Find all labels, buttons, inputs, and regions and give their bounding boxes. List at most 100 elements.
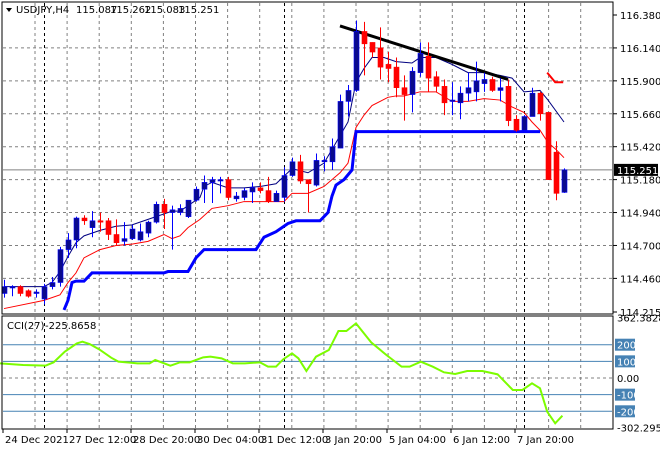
- bull-candle: [521, 116, 528, 131]
- trailing-stop-line: [62, 130, 540, 311]
- main-pane-border: [1, 1, 614, 315]
- cci-level-label: 100: [617, 357, 636, 368]
- time-label: 6 Jan 12:00: [453, 435, 510, 446]
- cci-pane-border: [1, 315, 614, 430]
- bull-candle: [561, 169, 568, 193]
- bull-candle: [337, 101, 344, 149]
- bear-candle: [105, 220, 112, 235]
- bear-candle: [401, 87, 408, 95]
- bull-candle: [417, 53, 424, 73]
- bear-candle: [545, 112, 552, 180]
- cci-value: -225.8658: [45, 321, 96, 332]
- price-tick-label: 116.140: [620, 44, 660, 55]
- bull-candle: [449, 99, 456, 102]
- bull-candle: [321, 160, 328, 163]
- bull-candle: [177, 208, 184, 213]
- bull-candle: [121, 238, 128, 242]
- bull-candle: [329, 146, 336, 163]
- bull-candle: [465, 87, 472, 94]
- grid: [3, 3, 612, 428]
- cci-level-label: 0.00: [617, 374, 639, 385]
- bear-candle: [265, 190, 272, 202]
- bull-candle: [481, 79, 488, 84]
- cci-levels: [3, 344, 612, 412]
- price-tick-label: 114.940: [620, 209, 660, 220]
- time-label: 31 Dec 12:00: [261, 435, 328, 446]
- bull-candle: [41, 286, 48, 300]
- bull-candle: [1, 286, 8, 294]
- bear-candle: [225, 179, 232, 198]
- price-tick-label: 115.180: [620, 176, 660, 187]
- bull-candle: [73, 217, 80, 241]
- bull-candle: [473, 80, 480, 93]
- bull-candle: [89, 220, 96, 228]
- price-tick-label: 114.700: [620, 241, 660, 252]
- bull-candle: [281, 175, 288, 198]
- time-label: 3 Jan 20:00: [325, 435, 382, 446]
- bull-candle: [273, 193, 280, 202]
- bull-candle: [57, 249, 64, 283]
- cci-min-label: -302.2957: [617, 423, 660, 434]
- bull-candle: [289, 161, 296, 176]
- bear-candle: [433, 76, 440, 87]
- bear-candle: [161, 204, 168, 213]
- bear-candle: [513, 118, 520, 131]
- symbol-title: USDJPY,H4: [16, 5, 69, 16]
- bull-candle: [313, 160, 320, 186]
- cci-level-label: -100: [617, 391, 640, 402]
- price-tick-label: 115.420: [620, 143, 660, 154]
- ohlc-close: 115.251: [178, 5, 219, 16]
- bull-candle: [457, 92, 464, 104]
- bull-candle: [345, 90, 352, 102]
- time-label: 24 Dec 2021: [5, 435, 69, 446]
- time-label: 28 Dec 20:00: [133, 435, 200, 446]
- price-tick-label: 116.380: [620, 11, 660, 22]
- cci-level-label: 200: [617, 341, 636, 352]
- bear-candle: [25, 290, 32, 297]
- bear-candle: [393, 66, 400, 89]
- bear-candle: [505, 86, 512, 121]
- bear-candle: [553, 151, 560, 194]
- chart-title: USDJPY,H4 115.087 115.262 115.083 115.25…: [6, 5, 219, 16]
- bull-candle: [153, 204, 160, 223]
- bear-candle: [385, 64, 392, 69]
- current-price-label: 115.251: [617, 166, 658, 177]
- cci-line: [0, 321, 564, 425]
- price-tick-label: 115.660: [620, 110, 660, 121]
- cci-level-label: -200: [617, 407, 640, 418]
- bull-candle: [497, 87, 504, 91]
- bull-candle: [145, 221, 152, 234]
- bear-candle: [17, 286, 24, 294]
- bull-candle: [185, 199, 192, 217]
- dropdown-triangle-icon[interactable]: [6, 8, 12, 12]
- price-tick-label: 114.460: [620, 274, 660, 285]
- bull-candle: [201, 182, 208, 190]
- bear-candle: [377, 47, 384, 68]
- bull-candle: [137, 231, 144, 241]
- time-label: 30 Dec 04:00: [197, 435, 264, 446]
- cci-max-label: 362.3828: [617, 314, 660, 325]
- bull-candle: [65, 239, 72, 250]
- bear-candle: [257, 187, 264, 191]
- bear-candle: [81, 217, 88, 222]
- bull-candle: [129, 228, 136, 239]
- bear-candle: [369, 42, 376, 53]
- bull-candle: [33, 291, 40, 294]
- bull-candle: [353, 31, 360, 91]
- bear-candle: [361, 31, 368, 45]
- time-label: 27 Dec 12:00: [69, 435, 136, 446]
- bear-candle: [489, 79, 496, 91]
- bear-candle: [305, 179, 312, 185]
- bear-candle: [425, 55, 432, 79]
- bull-candle: [169, 209, 176, 213]
- usdjpy-chart[interactable]: 116.380 116.140 115.900 115.660 115.420 115.1…: [0, 0, 660, 450]
- cci-title: CCI(27) -225.8658: [7, 321, 96, 332]
- time-label: 7 Jan 20:00: [517, 435, 574, 446]
- bull-candle: [529, 92, 536, 117]
- cci-name: CCI(27): [7, 321, 45, 332]
- bear-candle: [441, 86, 448, 104]
- bear-candle: [97, 220, 104, 223]
- bull-candle: [249, 187, 256, 193]
- bear-candle: [297, 161, 304, 182]
- bull-candle: [209, 179, 216, 183]
